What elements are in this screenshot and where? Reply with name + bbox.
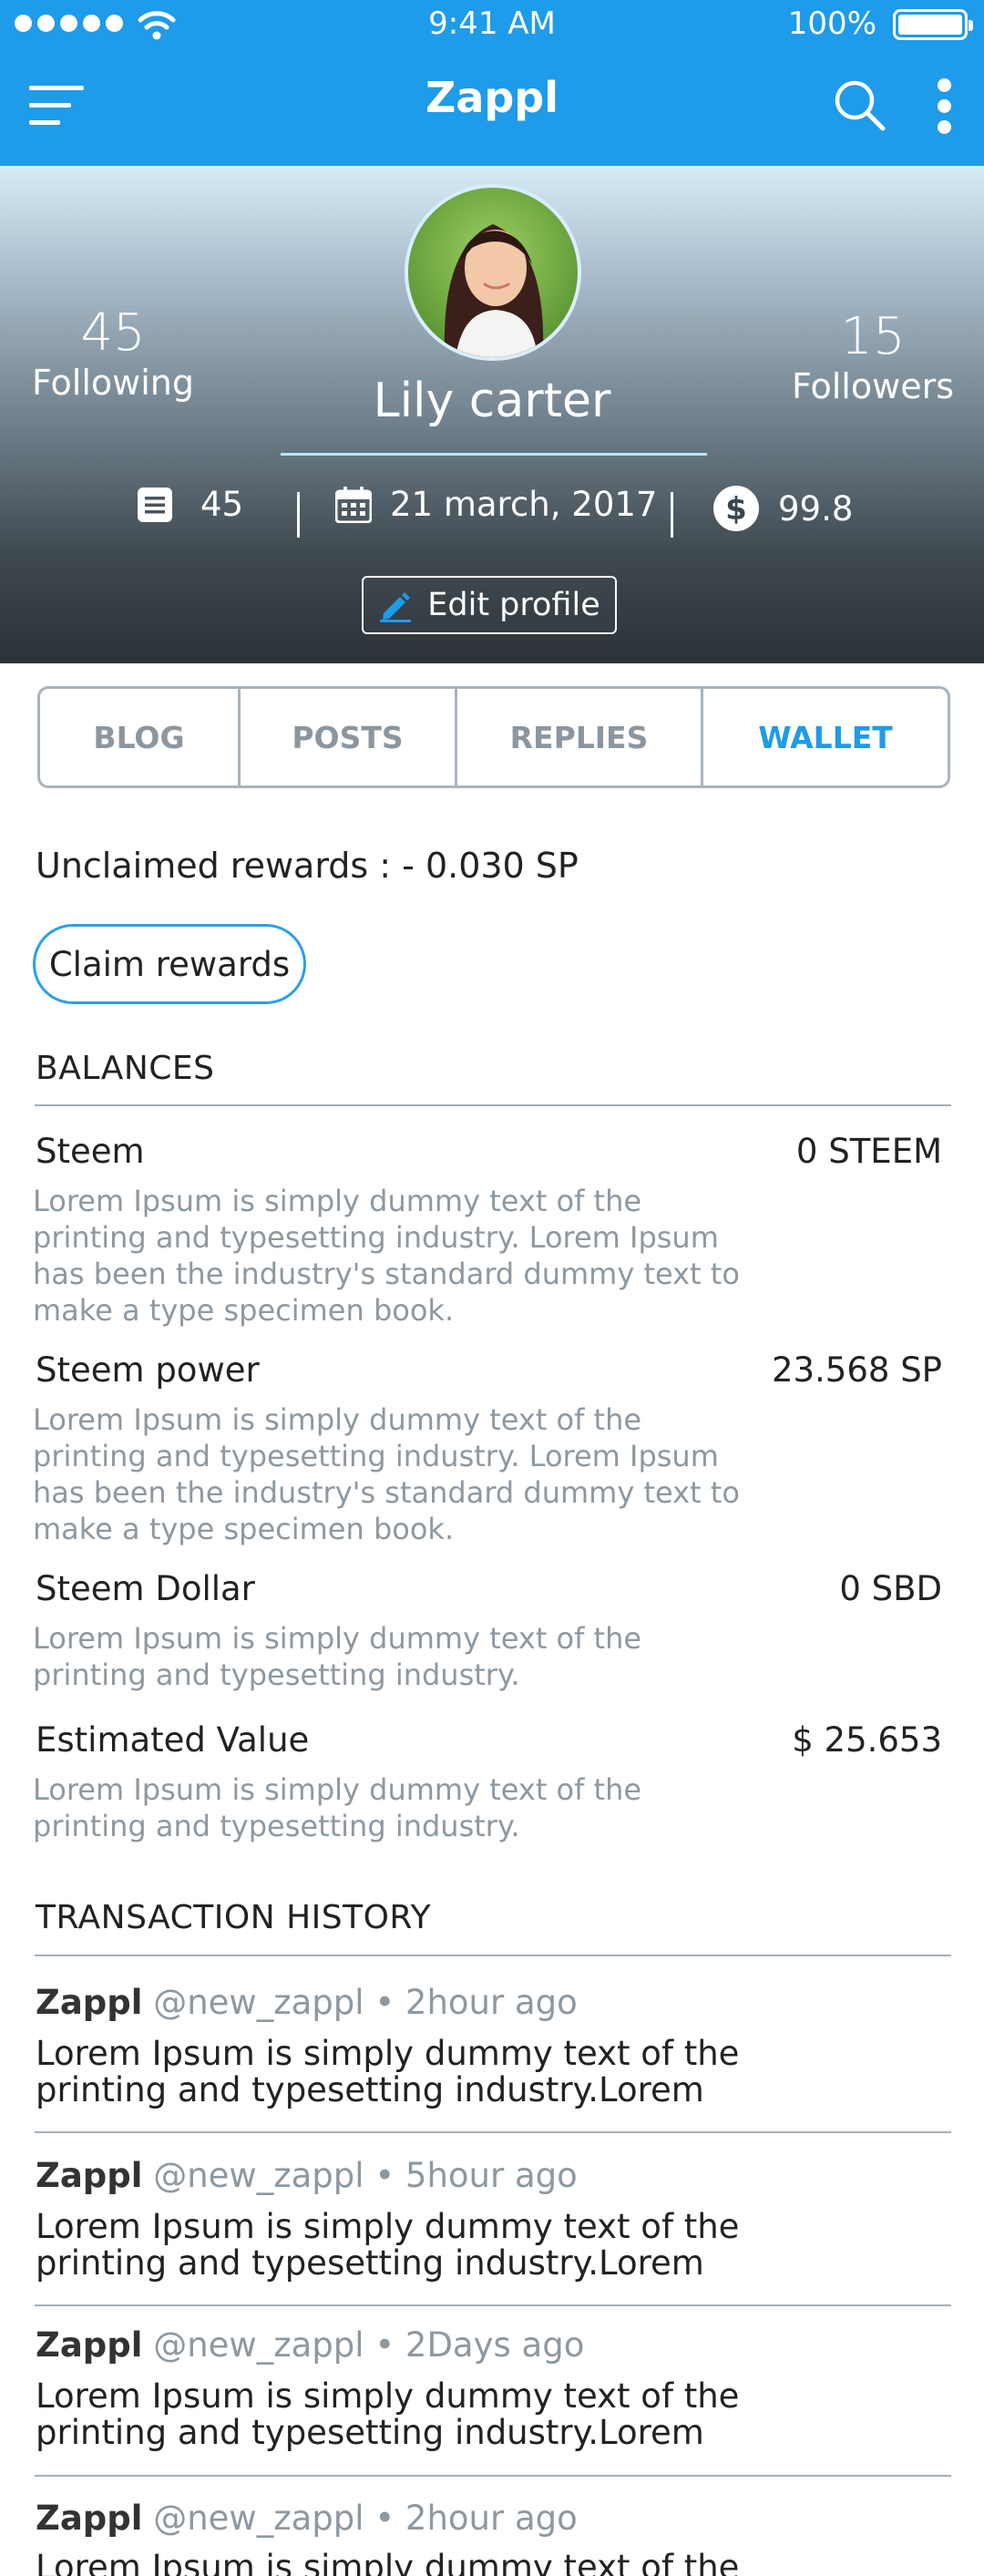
status-bar: 9:41 AM 100%	[0, 0, 984, 51]
posts-icon	[138, 487, 172, 522]
transaction-history-title: TRANSACTION HISTORY	[36, 1899, 432, 1936]
tab-blog[interactable]: BLOG	[40, 689, 241, 785]
divider	[35, 1104, 951, 1106]
balance-name: Steem power	[36, 1350, 260, 1390]
svg-text:$: $	[725, 491, 747, 528]
divider	[297, 492, 300, 538]
more-vertical-icon[interactable]	[933, 78, 958, 135]
battery-percent: 100%	[787, 5, 876, 42]
unclaimed-rewards: Unclaimed rewards : - 0.030 SP	[36, 846, 579, 886]
balance-value: 99.8	[778, 488, 854, 529]
profile-name: Lily carter	[373, 374, 611, 428]
divider	[671, 492, 673, 538]
followers-count: 15	[840, 307, 906, 366]
transaction-handle[interactable]: @new_zappl	[153, 1983, 364, 2022]
balance-name: Steem Dollar	[36, 1569, 255, 1608]
transaction-time: • 2hour ago	[374, 2499, 578, 2538]
divider	[35, 2475, 951, 2477]
balance-amount: 0 STEEM	[795, 1132, 942, 1171]
balance-amount: 23.568 SP	[771, 1350, 942, 1390]
transaction-text: Lorem Ipsum is simply dummy text of the …	[36, 2034, 740, 2109]
transaction-handle[interactable]: @new_zappl	[153, 2156, 364, 2195]
balance-name: Estimated Value	[36, 1720, 310, 1760]
transaction-time: • 5hour ago	[374, 2156, 578, 2195]
transaction-text: Lorem Ipsum is simply dummy text of the …	[36, 2376, 740, 2452]
profile-header: 45 Following 15 Followers Lily carter 45…	[0, 166, 984, 663]
transaction-header: Zappl @new_zappl • 2hour ago	[36, 2499, 578, 2538]
divider	[281, 453, 707, 456]
edit-profile-label: Edit profile	[427, 587, 600, 623]
balance-amount: 0 SBD	[839, 1569, 942, 1608]
profile-tabs: BLOG POSTS REPLIES WALLET	[37, 686, 950, 788]
posts-count-meta: 45	[137, 485, 243, 524]
balance-description: Lorem Ipsum is simply dummy text of the …	[33, 1184, 740, 1328]
balance-description: Lorem Ipsum is simply dummy text of the …	[33, 1772, 642, 1843]
transaction-handle[interactable]: @new_zappl	[153, 2499, 364, 2538]
claim-rewards-button[interactable]: Claim rewards	[33, 924, 306, 1004]
transaction-header: Zappl @new_zappl • 5hour ago	[36, 2156, 578, 2195]
balances-title: BALANCES	[36, 1050, 215, 1087]
transaction-time: • 2Days ago	[374, 2325, 585, 2365]
divider	[35, 2304, 951, 2306]
balance-name: Steem	[36, 1132, 145, 1171]
transaction-user[interactable]: Zappl	[36, 2499, 142, 2538]
tab-posts[interactable]: POSTS	[241, 689, 457, 785]
tab-replies[interactable]: REPLIES	[457, 689, 703, 785]
balance-description: Lorem Ipsum is simply dummy text of the …	[33, 1402, 740, 1546]
avatar[interactable]	[405, 184, 581, 361]
dollar-icon: $	[713, 486, 759, 531]
joined-date: 21 march, 2017	[390, 485, 658, 524]
divider	[35, 2131, 951, 2133]
search-icon[interactable]	[833, 78, 887, 133]
transaction-user[interactable]: Zappl	[36, 2156, 142, 2195]
transaction-header: Zappl @new_zappl • 2hour ago	[36, 1983, 578, 2022]
calendar-icon	[335, 486, 372, 523]
joined-date-meta: 21 march, 2017	[335, 485, 657, 524]
following-count: 45	[80, 303, 146, 363]
transaction-user[interactable]: Zappl	[36, 2325, 142, 2365]
transaction-handle[interactable]: @new_zappl	[153, 2325, 364, 2365]
transaction-user[interactable]: Zappl	[36, 1983, 142, 2022]
balance-meta: $ 99.8	[712, 485, 853, 532]
balance-amount: $ 25.653	[792, 1720, 942, 1760]
pencil-icon	[380, 592, 412, 622]
edit-profile-button[interactable]: Edit profile	[362, 576, 617, 634]
tab-wallet[interactable]: WALLET	[703, 689, 948, 785]
transaction-text: Lorem Ipsum is simply dummy text of the	[36, 2548, 740, 2576]
divider	[35, 1955, 951, 1956]
balance-description: Lorem Ipsum is simply dummy text of the …	[33, 1621, 642, 1692]
posts-count: 45	[200, 485, 244, 524]
transaction-text: Lorem Ipsum is simply dummy text of the …	[36, 2207, 740, 2283]
app-header: 9:41 AM 100% Zappl	[0, 0, 984, 166]
transaction-header: Zappl @new_zappl • 2Days ago	[36, 2325, 584, 2365]
transaction-time: • 2hour ago	[374, 1983, 578, 2022]
battery-icon	[893, 9, 973, 40]
